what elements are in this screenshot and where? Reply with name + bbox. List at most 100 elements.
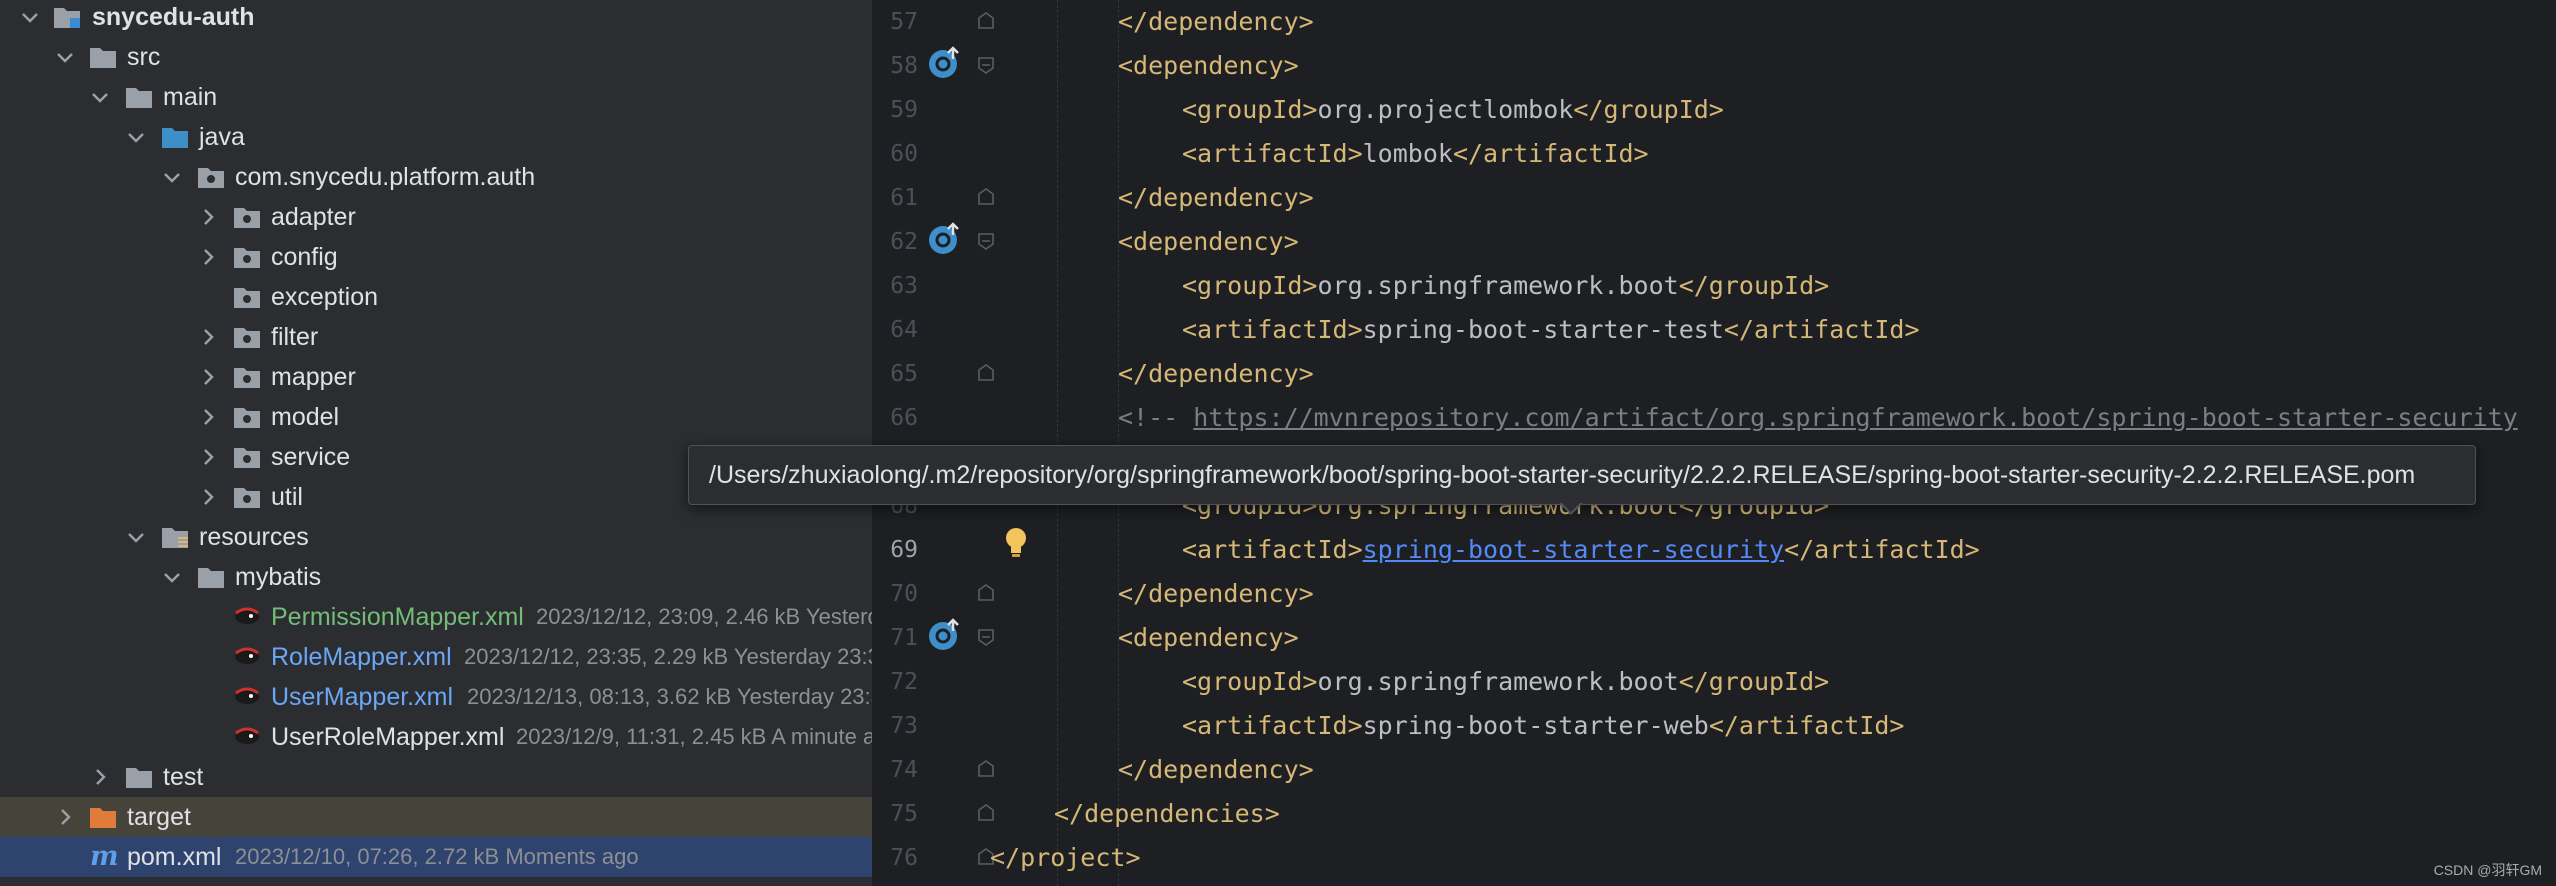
line-number: 70 <box>890 581 918 607</box>
chevron-right-icon[interactable] <box>196 245 220 269</box>
chevron-down-icon[interactable] <box>160 565 184 589</box>
tree-row-permission-mapper[interactable]: PermissionMapper.xml 2023/12/12, 23:09, … <box>0 597 872 637</box>
chevron-down-icon[interactable] <box>18 5 42 29</box>
lightbulb-icon[interactable] <box>1003 526 1029 560</box>
tree-label-user-role-mapper: UserRoleMapper.xml <box>271 723 505 751</box>
chevron-right-icon[interactable] <box>196 205 220 229</box>
code-line-62[interactable]: <dependency> <box>1118 220 1299 264</box>
tree-row-exception[interactable]: exception <box>0 277 872 317</box>
code-line-59[interactable]: <groupId>org.projectlombok</groupId> <box>1182 88 1724 132</box>
chevron-right-icon[interactable] <box>53 805 77 829</box>
code-line-69[interactable]: <artifactId>spring-boot-starter-security… <box>1182 528 1980 572</box>
fold-marker-icon[interactable] <box>977 12 995 30</box>
chevron-down-icon[interactable] <box>160 165 184 189</box>
line-number: 58 <box>890 53 918 79</box>
maven-update-gutter-icon[interactable] <box>926 617 962 653</box>
tree-row-pom[interactable]: m pom.xml 2023/12/10, 07:26, 2.72 kB Mom… <box>0 837 872 877</box>
tree-label-exception: exception <box>271 283 379 311</box>
line-number: 61 <box>890 185 918 211</box>
tree-row-package[interactable]: com.snycedu.platform.auth <box>0 157 872 197</box>
chevron-right-icon[interactable] <box>196 445 220 469</box>
chevron-down-icon[interactable] <box>124 525 148 549</box>
maven-update-gutter-icon[interactable] <box>926 45 962 81</box>
code-line-71[interactable]: <dependency> <box>1118 616 1299 660</box>
maven-update-gutter-icon[interactable] <box>926 221 962 257</box>
fold-marker-icon[interactable] <box>977 584 995 602</box>
path-tooltip: /Users/zhuxiaolong/.m2/repository/org/sp… <box>688 445 2476 515</box>
tree-row-user-mapper[interactable]: UserMapper.xml 2023/12/13, 08:13, 3.62 k… <box>0 677 872 717</box>
fold-marker-icon[interactable] <box>977 804 995 822</box>
chevron-down-icon[interactable] <box>88 85 112 109</box>
tooltip-path: /Users/zhuxiaolong/.m2/repository/org/sp… <box>709 461 2416 489</box>
code-line-61[interactable]: </dependency> <box>1118 176 1314 220</box>
fold-marker-icon[interactable] <box>977 628 995 646</box>
code-value: spring-boot-starter-web <box>1362 711 1709 740</box>
project-tree-panel: snycedu-auth src main java com.snycedu.p… <box>0 0 872 886</box>
fold-marker-icon[interactable] <box>977 56 995 74</box>
chevron-down-icon[interactable] <box>53 45 77 69</box>
file-meta: 2023/12/12, 23:35, 2.29 kB Yesterday 23:… <box>464 644 872 669</box>
tree-row-src[interactable]: src <box>0 37 872 77</box>
tree-row-java[interactable]: java <box>0 117 872 157</box>
code-line-72[interactable]: <groupId>org.springframework.boot</group… <box>1182 660 1829 704</box>
package-icon <box>234 208 260 228</box>
tree-label-adapter: adapter <box>271 203 356 231</box>
tree-row-target[interactable]: target <box>0 797 872 837</box>
tree-row-test[interactable]: test <box>0 757 872 797</box>
chevron-down-icon[interactable] <box>124 125 148 149</box>
fold-marker-icon[interactable] <box>977 232 995 250</box>
code-line-60[interactable]: <artifactId>lombok</artifactId> <box>1182 132 1649 176</box>
mybatis-file-icon <box>235 607 259 624</box>
watermark: CSDN @羽轩GM <box>2433 862 2542 878</box>
tree-bottom-edge <box>0 877 872 886</box>
line-number: 62 <box>890 229 918 255</box>
tree-label-pom: pom.xml <box>127 843 222 871</box>
code-value: org.springframework.boot <box>1317 271 1679 300</box>
excluded-folder-icon <box>90 808 116 828</box>
chevron-right-icon[interactable] <box>196 485 220 509</box>
code-line-74[interactable]: </dependency> <box>1118 748 1314 792</box>
module-folder-icon <box>54 8 80 28</box>
tree-row-resources[interactable]: resources <box>0 517 872 557</box>
code-value: lombok <box>1362 139 1453 168</box>
tree-row-config[interactable]: config <box>0 237 872 277</box>
file-meta: 2023/12/13, 08:13, 3.62 kB Yesterday 23:… <box>467 684 872 709</box>
indent-guide <box>1057 0 1058 886</box>
code-line-66[interactable]: <!-- https://mvnrepository.com/artifact/… <box>1118 396 2518 440</box>
code-editor[interactable]: 57 58 59 60 61 62 63 64 65 66 67 68 69 7… <box>872 0 2556 886</box>
package-icon <box>234 408 260 428</box>
code-line-75[interactable]: </dependencies> <box>1054 792 1280 836</box>
maven-icon: m <box>90 841 119 872</box>
tree-row-mapper[interactable]: mapper <box>0 357 872 397</box>
tree-row-model[interactable]: model <box>0 397 872 437</box>
code-line-58[interactable]: <dependency> <box>1118 44 1299 88</box>
code-line-63[interactable]: <groupId>org.springframework.boot</group… <box>1182 264 1829 308</box>
fold-marker-icon[interactable] <box>977 364 995 382</box>
tree-row-adapter[interactable]: adapter <box>0 197 872 237</box>
fold-marker-icon[interactable] <box>977 188 995 206</box>
tree-row-mybatis[interactable]: mybatis <box>0 557 872 597</box>
tree-row-filter[interactable]: filter <box>0 317 872 357</box>
tree-row-main[interactable]: main <box>0 77 872 117</box>
tree-row-user-role-mapper[interactable]: UserRoleMapper.xml 2023/12/9, 11:31, 2.4… <box>0 717 872 757</box>
chevron-right-icon[interactable] <box>196 325 220 349</box>
line-number: 63 <box>890 273 918 299</box>
chevron-right-icon[interactable] <box>88 765 112 789</box>
chevron-right-icon[interactable] <box>196 365 220 389</box>
code-line-65[interactable]: </dependency> <box>1118 352 1314 396</box>
code-line-64[interactable]: <artifactId>spring-boot-starter-test</ar… <box>1182 308 1920 352</box>
artifact-link[interactable]: spring-boot-starter-security <box>1363 535 1784 564</box>
line-number: 59 <box>890 97 918 123</box>
chevron-right-icon[interactable] <box>196 405 220 429</box>
code-line-57[interactable]: </dependency> <box>1118 0 1314 44</box>
code-line-76[interactable]: </project> <box>990 836 1141 880</box>
code-line-73[interactable]: <artifactId>spring-boot-starter-web</art… <box>1182 704 1904 748</box>
tree-label-filter: filter <box>271 323 319 351</box>
tree-label-mybatis: mybatis <box>235 563 322 591</box>
tree-label-resources: resources <box>199 523 309 551</box>
tree-row-root[interactable]: snycedu-auth <box>0 0 872 37</box>
comment-url-link[interactable]: https://mvnrepository.com/artifact/org.s… <box>1193 403 2518 432</box>
code-line-70[interactable]: </dependency> <box>1118 572 1314 616</box>
fold-marker-icon[interactable] <box>977 760 995 778</box>
tree-row-role-mapper[interactable]: RoleMapper.xml 2023/12/12, 23:35, 2.29 k… <box>0 637 872 677</box>
